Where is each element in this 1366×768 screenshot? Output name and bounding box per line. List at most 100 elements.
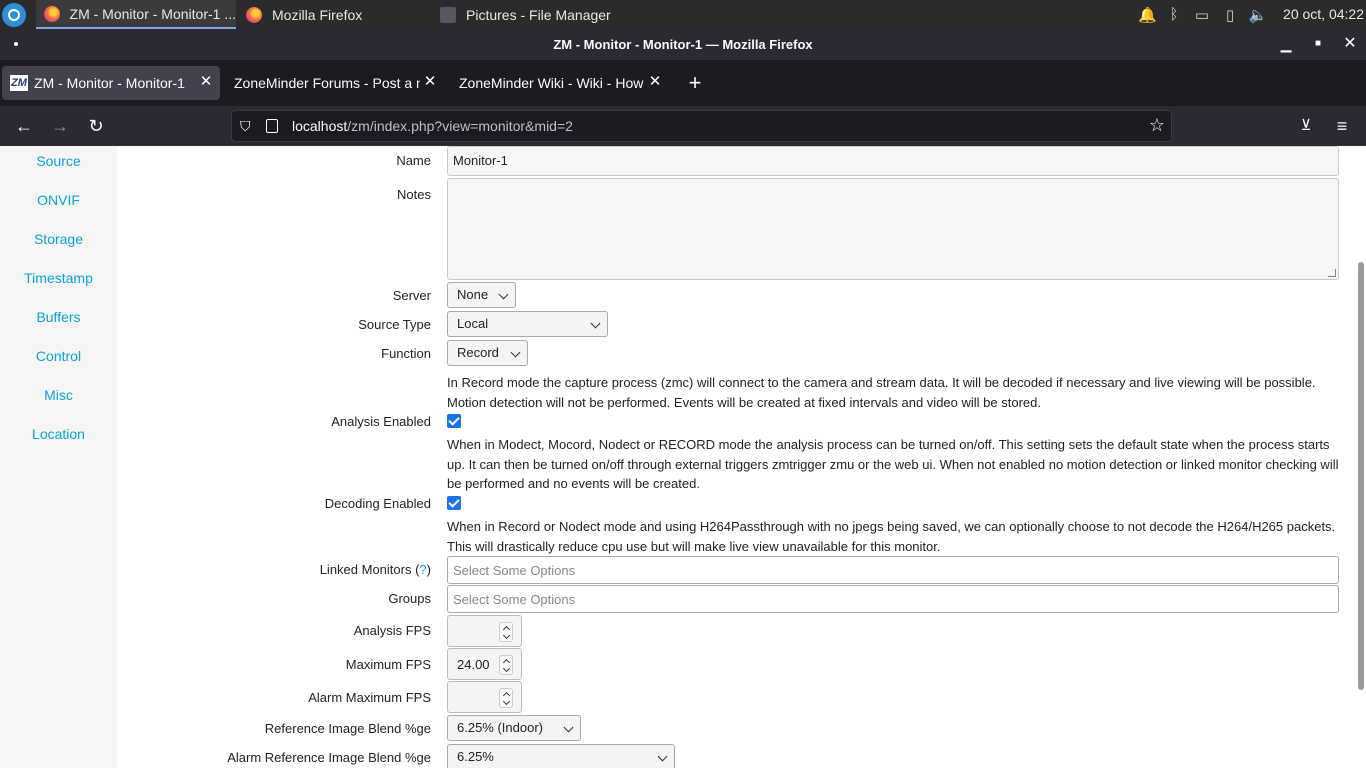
alarm-maximum-fps-input[interactable] <box>447 681 522 713</box>
maximum-fps-input[interactable]: 24.00 <box>447 648 522 680</box>
url-path: /zm/index.php?view=monitor&mid=2 <box>347 118 573 134</box>
linked-monitors-multiselect[interactable]: Select Some Options <box>447 556 1339 584</box>
battery-icon[interactable]: ▯ <box>1216 6 1244 24</box>
resize-handle-icon[interactable] <box>1328 269 1336 277</box>
help-line: When in Record or Nodect mode and using … <box>447 519 1336 534</box>
task-label: Mozilla Firefox <box>272 6 363 23</box>
analysis-enabled-checkbox[interactable] <box>447 414 461 428</box>
task-label: ZM - Monitor - Monitor-1 ... <box>69 5 236 22</box>
linked-monitors-help-link[interactable]: ? <box>419 562 426 577</box>
chevron-down-icon <box>657 751 668 762</box>
help-line: be performed and no events will be creat… <box>447 476 700 491</box>
chevron-down-icon <box>563 722 574 733</box>
notification-bell-icon[interactable]: 🔔 <box>1138 6 1160 24</box>
bluetooth-icon[interactable]: ᛒ <box>1160 6 1188 23</box>
taskbar-task-file-manager[interactable]: Pictures - File Manager <box>432 0 642 29</box>
url-host: localhost <box>292 118 348 134</box>
linked-monitors-label: Linked Monitors (?) <box>320 562 431 577</box>
analysis-fps-input[interactable] <box>447 615 522 647</box>
bookmark-star-icon[interactable]: ☆ <box>1149 115 1165 136</box>
spinner-arrows-icon[interactable] <box>499 688 513 708</box>
forward-arrow-icon[interactable]: → <box>48 114 72 138</box>
sidebar-item-control[interactable]: Control <box>0 348 117 364</box>
clock[interactable]: 20 oct, 04:22 <box>1283 0 1366 29</box>
sidebar-item-misc[interactable]: Misc <box>0 387 117 403</box>
window-title: ZM - Monitor - Monitor-1 — Mozilla Firef… <box>553 37 813 52</box>
alarm-maximum-fps-label: Alarm Maximum FPS <box>308 690 431 705</box>
back-arrow-icon[interactable]: ← <box>12 114 36 138</box>
decoding-enabled-help-text: When in Record or Nodect mode and using … <box>447 517 1347 556</box>
spinner-arrows-icon[interactable] <box>499 655 513 675</box>
tracking-shield-icon[interactable]: ⛉ <box>240 118 256 134</box>
help-line: This will drastically reduce cpu use but… <box>447 538 941 554</box>
sidebar-item-storage[interactable]: Storage <box>0 231 117 247</box>
linked-monitors-label-text: Linked Monitors ( <box>319 562 420 577</box>
spinner-arrows-icon[interactable] <box>499 622 513 642</box>
chevron-down-icon <box>590 318 601 329</box>
url-bar[interactable]: ⛉ localhost/zm/index.php?view=monitor&mi… <box>231 110 1172 142</box>
decoding-enabled-checkbox[interactable] <box>447 496 461 510</box>
maximize-icon[interactable]: ■ <box>1308 34 1328 54</box>
tab-label: ZoneMinder Wiki - Wiki - How t <box>459 75 645 91</box>
system-tray: 🔔 ᛒ ▭ ▯ 🔈 <box>1138 0 1272 29</box>
tab-label: ZoneMinder Forums - Post a n <box>234 75 420 91</box>
volume-icon[interactable]: 🔈 <box>1244 6 1272 24</box>
groups-multiselect[interactable]: Select Some Options <box>447 585 1339 613</box>
help-line: Motion detection will not be performed. … <box>447 394 1041 410</box>
notes-textarea[interactable] <box>447 178 1339 280</box>
sidebar-item-onvif[interactable]: ONVIF <box>0 192 117 208</box>
page-info-icon[interactable] <box>266 119 278 133</box>
new-tab-plus-icon[interactable]: + <box>684 72 706 94</box>
help-line: In Record mode the capture process (zmc)… <box>447 375 1316 390</box>
os-taskbar: ZM - Monitor - Monitor-1 ... Mozilla Fir… <box>0 0 1366 29</box>
server-select-value: None <box>457 287 489 302</box>
groups-label: Groups <box>388 591 431 606</box>
tab-zm-forums[interactable]: ZoneMinder Forums - Post a n ✕ <box>226 66 444 100</box>
minimize-icon[interactable]: ▁ <box>1276 34 1296 54</box>
hamburger-menu-icon[interactable]: ≡ <box>1330 114 1354 138</box>
url-text[interactable]: localhost/zm/index.php?view=monitor&mid=… <box>292 118 573 134</box>
reference-blend-select[interactable]: 6.25% (Indoor) <box>447 715 581 741</box>
pocket-icon[interactable]: ⊻ <box>1294 114 1318 138</box>
help-line: When in Modect, Mocord, Nodect or RECORD… <box>447 437 1330 452</box>
server-label: Server <box>392 288 431 303</box>
taskbar-task-firefox[interactable]: Mozilla Firefox <box>238 0 428 29</box>
app-launcher-icon[interactable] <box>2 3 26 27</box>
window-titlebar: ZM - Monitor - Monitor-1 — Mozilla Firef… <box>0 29 1366 60</box>
alarm-reference-blend-select[interactable]: 6.25% <box>447 744 675 768</box>
help-line: up. It can then be turned on/off through… <box>447 456 1339 472</box>
tab-strip: ZM ZM - Monitor - Monitor-1 ✕ ZoneMinder… <box>0 60 1366 106</box>
sidebar-item-location[interactable]: Location <box>0 426 117 442</box>
reference-blend-label: Reference Image Blend %ge <box>264 721 431 736</box>
sidebar-item-buffers[interactable]: Buffers <box>0 309 117 325</box>
zm-favicon-icon: ZM <box>10 75 28 91</box>
function-label: Function <box>381 346 431 361</box>
function-select[interactable]: Record <box>447 340 528 366</box>
file-manager-icon <box>440 6 456 23</box>
monitor-settings-sidebar: Source ONVIF Storage Timestamp Buffers C… <box>0 146 117 768</box>
close-window-icon[interactable]: ✕ <box>1340 34 1360 54</box>
firefox-icon <box>44 5 60 22</box>
server-select[interactable]: None <box>447 282 516 308</box>
name-label: Name <box>396 153 431 168</box>
tab-zm-monitor[interactable]: ZM ZM - Monitor - Monitor-1 ✕ <box>2 66 220 100</box>
tab-close-icon[interactable]: ✕ <box>198 74 214 90</box>
analysis-enabled-help-text: When in Modect, Mocord, Nodect or RECORD… <box>447 435 1347 494</box>
taskbar-task-zm-monitor[interactable]: ZM - Monitor - Monitor-1 ... <box>36 0 236 29</box>
sidebar-item-timestamp[interactable]: Timestamp <box>0 270 117 286</box>
name-input[interactable]: Monitor-1 <box>447 146 1339 176</box>
reload-icon[interactable]: ↻ <box>84 114 108 138</box>
tab-close-icon[interactable]: ✕ <box>422 74 438 90</box>
source-type-select[interactable]: Local <box>447 311 608 337</box>
source-type-select-value: Local <box>457 316 489 331</box>
analysis-enabled-label: Analysis Enabled <box>331 414 431 429</box>
display-icon[interactable]: ▭ <box>1188 6 1216 24</box>
maximum-fps-value: 24.00 <box>457 657 490 672</box>
reference-blend-select-value: 6.25% (Indoor) <box>457 720 543 735</box>
tab-close-icon[interactable]: ✕ <box>647 74 663 90</box>
navigation-toolbar: ← → ↻ ⛉ localhost/zm/index.php?view=moni… <box>0 106 1366 146</box>
page-scrollbar[interactable] <box>1358 262 1364 690</box>
sidebar-item-source[interactable]: Source <box>0 153 117 169</box>
tab-zm-wiki[interactable]: ZoneMinder Wiki - Wiki - How t ✕ <box>451 66 669 100</box>
alarm-reference-blend-select-value: 6.25% <box>457 749 494 764</box>
